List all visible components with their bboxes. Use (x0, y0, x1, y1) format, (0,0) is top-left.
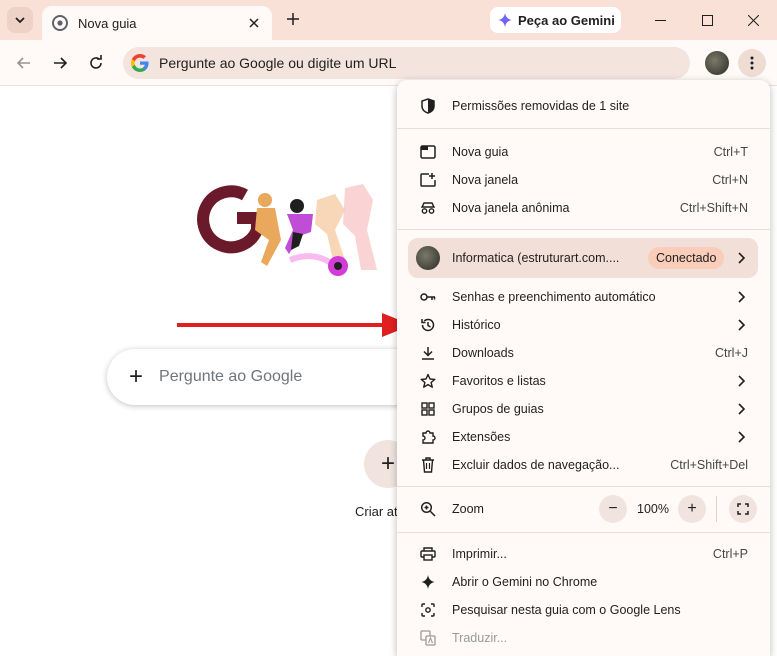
menu-separator (397, 128, 770, 129)
gemini-sparkle-icon (419, 573, 437, 591)
menu-profile-row[interactable]: Informatica (estruturart.com.... Conecta… (408, 238, 758, 278)
avatar (416, 246, 440, 270)
close-icon (747, 14, 759, 26)
chrome-menu-button[interactable] (738, 49, 766, 77)
chevron-down-icon (15, 17, 25, 24)
back-button[interactable] (11, 50, 37, 76)
new-tab-button[interactable] (282, 8, 304, 30)
maximize-icon (701, 14, 713, 26)
chrome-icon (52, 15, 68, 31)
tab-title: Nova guia (78, 15, 137, 31)
menu-item-new-window[interactable]: Nova janela Ctrl+N (397, 166, 770, 194)
address-input[interactable] (159, 55, 659, 71)
chevron-right-icon (738, 403, 746, 415)
puzzle-icon (419, 428, 437, 446)
red-arrow-annotation (177, 313, 412, 337)
history-icon (419, 316, 437, 334)
close-window-button[interactable] (738, 6, 768, 34)
chevron-right-icon (738, 291, 746, 303)
trash-icon (419, 456, 437, 474)
arrow-left-icon (16, 57, 30, 69)
profile-name: Informatica (estruturart.com.... (452, 251, 620, 265)
zoom-divider (716, 496, 717, 522)
menu-separator (397, 229, 770, 230)
fullscreen-icon (737, 503, 749, 515)
shield-icon (419, 97, 437, 115)
address-bar[interactable] (123, 47, 690, 79)
minimize-icon (654, 19, 666, 21)
new-window-icon (419, 171, 437, 189)
chevron-right-icon (738, 431, 746, 443)
key-icon (419, 288, 437, 306)
menu-item-translate[interactable]: Traduzir... (397, 624, 770, 652)
menu-item-extensions[interactable]: Extensões (397, 423, 770, 451)
minimize-button[interactable] (645, 6, 675, 34)
grid-icon (419, 400, 437, 418)
menu-item-google-lens[interactable]: Pesquisar nesta guia com o Google Lens (397, 596, 770, 624)
menu-item-gemini-chrome[interactable]: Abrir o Gemini no Chrome (397, 568, 770, 596)
minus-icon: − (608, 500, 618, 517)
more-vertical-icon (750, 56, 754, 70)
plus-icon: + (380, 450, 395, 477)
chrome-menu: Permissões removidas de 1 site Nova guia… (397, 80, 770, 656)
menu-separator (397, 532, 770, 533)
google-search-box[interactable]: + Pergunte ao Google (107, 349, 427, 405)
menu-item-tab-groups[interactable]: Grupos de guias (397, 395, 770, 423)
menu-item-new-tab[interactable]: Nova guia Ctrl+T (397, 138, 770, 166)
zoom-out-button[interactable]: − (599, 495, 627, 523)
menu-item-clear-data[interactable]: Excluir dados de navegação... Ctrl+Shift… (397, 451, 770, 479)
menu-item-history[interactable]: Histórico (397, 311, 770, 339)
reload-button[interactable] (83, 50, 109, 76)
profile-avatar-button[interactable] (705, 51, 729, 75)
new-tab-icon (419, 143, 437, 161)
arrow-right-icon (54, 57, 68, 69)
menu-item-zoom: Zoom (397, 495, 770, 523)
add-icon[interactable]: + (129, 365, 143, 389)
close-icon (249, 18, 259, 28)
incognito-icon (419, 199, 437, 217)
chevron-right-icon (738, 319, 746, 331)
print-icon (419, 545, 437, 563)
tab-close-button[interactable] (244, 13, 264, 33)
fullscreen-button[interactable] (729, 495, 757, 523)
tab-search-button[interactable] (7, 7, 33, 33)
google-search-placeholder: Pergunte ao Google (159, 368, 303, 385)
zoom-icon (419, 500, 437, 518)
chevron-right-icon (738, 375, 746, 387)
chevron-right-icon (738, 252, 746, 264)
plus-icon: + (687, 500, 697, 517)
zoom-level: 100% (637, 502, 669, 516)
tab-new-tab[interactable]: Nova guia (42, 6, 272, 40)
menu-item-passwords[interactable]: Senhas e preenchimento automático (397, 283, 770, 311)
menu-item-permissions[interactable]: Permissões removidas de 1 site (397, 92, 770, 120)
download-icon (419, 344, 437, 362)
menu-item-downloads[interactable]: Downloads Ctrl+J (397, 339, 770, 367)
gemini-sparkle-icon (498, 13, 512, 27)
translate-icon (419, 629, 437, 647)
google-doodle[interactable] (195, 170, 405, 290)
lens-icon (419, 601, 437, 619)
maximize-button[interactable] (692, 6, 722, 34)
ask-gemini-label: Peça ao Gemini (518, 12, 615, 28)
google-g-icon (131, 54, 149, 72)
menu-separator (397, 486, 770, 487)
ask-gemini-button[interactable]: Peça ao Gemini (490, 7, 621, 33)
reload-icon (90, 55, 102, 69)
menu-item-bookmarks[interactable]: Favoritos e listas (397, 367, 770, 395)
plus-icon (287, 13, 299, 25)
menu-item-incognito[interactable]: Nova janela anônima Ctrl+Shift+N (397, 194, 770, 222)
forward-button[interactable] (47, 50, 73, 76)
title-bar: Nova guia Peça ao Gemini (0, 0, 777, 40)
star-icon (419, 372, 437, 390)
menu-item-print[interactable]: Imprimir... Ctrl+P (397, 540, 770, 568)
status-badge: Conectado (648, 247, 725, 269)
zoom-in-button[interactable]: + (678, 495, 706, 523)
add-shortcut-label: Criar atalho (355, 504, 400, 519)
